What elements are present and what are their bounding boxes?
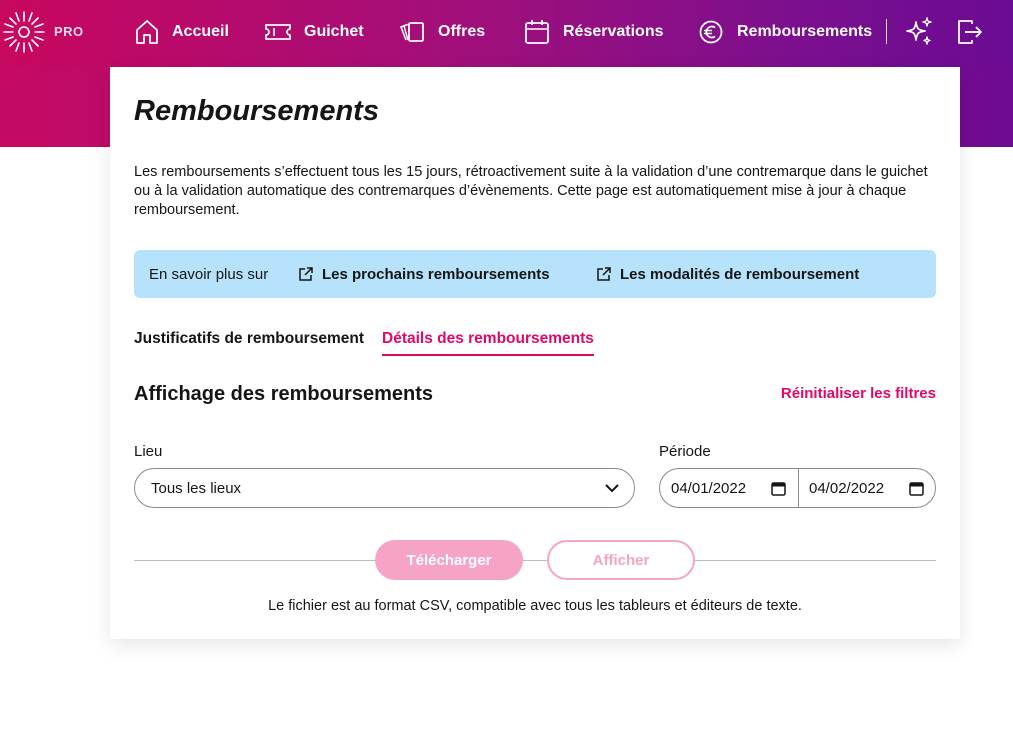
logo-text: PRO bbox=[54, 24, 84, 39]
show-button[interactable]: Afficher bbox=[547, 540, 695, 580]
date-end-input[interactable]: 04/02/2022 bbox=[809, 469, 936, 507]
ticket-icon bbox=[265, 24, 291, 40]
tab-refund-receipts[interactable]: Justificatifs de remboursement bbox=[134, 330, 364, 354]
tab-refund-details[interactable]: Détails des remboursements bbox=[382, 330, 594, 356]
section-title: Affichage des remboursements bbox=[134, 383, 433, 405]
page-title: Remboursements bbox=[134, 95, 379, 127]
nav-separator bbox=[886, 19, 887, 44]
calendar-picker-icon[interactable] bbox=[771, 481, 786, 496]
nav-label: Réservations bbox=[563, 23, 664, 40]
link-label: Les modalités de remboursement bbox=[620, 265, 860, 283]
offers-icon bbox=[399, 22, 424, 42]
venue-label: Lieu bbox=[134, 443, 163, 460]
pass-culture-logo-icon[interactable] bbox=[2, 10, 46, 54]
nav-item-reservations[interactable]: Réservations bbox=[523, 0, 664, 64]
nav-label: Accueil bbox=[172, 23, 229, 40]
csv-footnote: Le fichier est au format CSV, compatible… bbox=[268, 598, 802, 614]
actions-divider bbox=[134, 560, 936, 561]
nav-item-accueil[interactable]: Accueil bbox=[134, 0, 229, 64]
download-button[interactable]: Télécharger bbox=[375, 540, 523, 580]
nav-item-remboursements[interactable]: Remboursements bbox=[697, 0, 872, 64]
date-end-value: 04/02/2022 bbox=[809, 479, 885, 497]
nav-label: Guichet bbox=[304, 23, 364, 40]
calendar-picker-icon[interactable] bbox=[909, 481, 924, 496]
link-label: Les prochains remboursements bbox=[322, 265, 550, 283]
period-label: Période bbox=[659, 443, 711, 460]
venue-select[interactable]: Tous les lieux bbox=[134, 468, 635, 508]
date-start-value: 04/01/2022 bbox=[671, 479, 747, 497]
top-nav: PRO Accueil Guichet Offres Réservations … bbox=[0, 0, 1013, 64]
calendar-icon bbox=[525, 20, 549, 44]
home-icon bbox=[136, 20, 158, 44]
chevron-down-icon bbox=[605, 484, 619, 493]
period-field: 04/01/2022 04/02/2022 bbox=[659, 468, 936, 508]
euro-icon bbox=[699, 20, 723, 44]
nav-item-guichet[interactable]: Guichet bbox=[264, 0, 364, 64]
date-start-input[interactable]: 04/01/2022 bbox=[671, 469, 798, 507]
info-banner: En savoir plus sur Les prochains rembour… bbox=[134, 250, 936, 298]
venue-select-value: Tous les lieux bbox=[151, 479, 242, 497]
refunds-card: Remboursements Les remboursements s’effe… bbox=[110, 67, 960, 639]
intro-text: Les remboursements s’effectuent tous les… bbox=[134, 164, 928, 218]
nav-label: Offres bbox=[438, 23, 486, 40]
info-label: En savoir plus sur bbox=[149, 265, 269, 283]
link-next-refunds[interactable]: Les prochains remboursements bbox=[298, 266, 550, 283]
period-divider bbox=[798, 469, 799, 507]
external-link-icon bbox=[299, 267, 313, 281]
logout-icon[interactable] bbox=[954, 16, 986, 48]
nav-label: Remboursements bbox=[737, 23, 873, 40]
link-refund-terms[interactable]: Les modalités de remboursement bbox=[596, 266, 859, 283]
sparkles-icon[interactable] bbox=[903, 16, 935, 48]
external-link-icon bbox=[597, 267, 611, 281]
page: PRO Accueil Guichet Offres Réservations … bbox=[0, 0, 1013, 749]
reset-filters-link[interactable]: Réinitialiser les filtres bbox=[781, 385, 936, 402]
nav-item-offres[interactable]: Offres bbox=[398, 0, 485, 64]
